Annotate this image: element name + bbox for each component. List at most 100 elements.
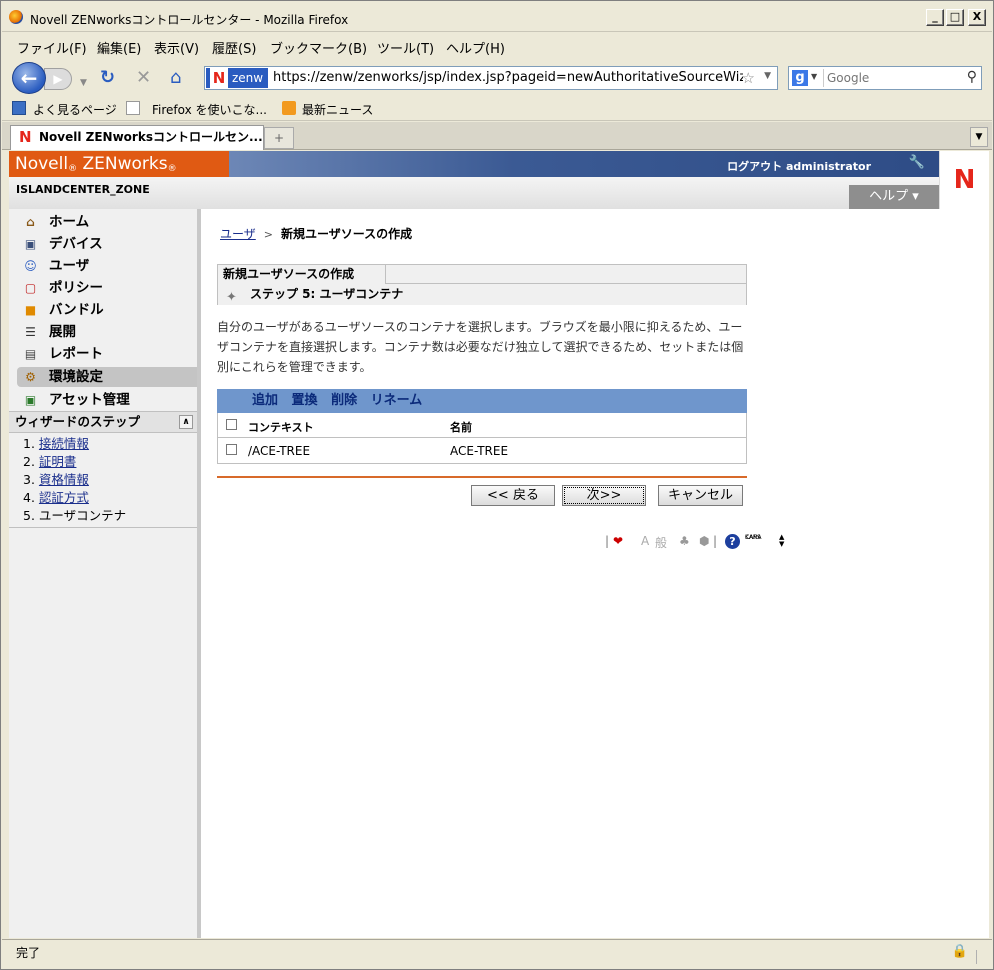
ime-kanji[interactable]: 般 [655,534,667,551]
wizard-step-2[interactable]: 2. 証明書 [23,453,76,471]
ime-shield-icon[interactable]: ♣ [679,534,690,548]
bookmark-latest-news[interactable]: 最新ニュース [302,101,373,118]
maximize-button[interactable]: □ [946,9,964,26]
sidebar-item-reports[interactable]: ▤ レポート [17,344,197,364]
stop-icon[interactable]: ✕ [136,68,151,88]
zone-name: ISLANDCENTER_ZONE [16,183,150,196]
zenworks-header: Novell® ZENworks® ログアウト administrator 🔧 … [9,151,989,209]
menu-tools[interactable]: ツール(T) [377,38,434,57]
row-checkbox[interactable] [226,444,237,455]
sidebar-item-asset-management[interactable]: ▣ アセット管理 [17,390,197,410]
url-bar[interactable]: Nzenw https://zenw/zenworks/jsp/index.js… [204,66,778,90]
ime-hex-icon[interactable]: ⬢ [699,534,709,548]
tab-zenworks[interactable]: N Novell ZENworksコントロールセン... [10,125,264,150]
forward-button[interactable]: ▶ [44,68,72,90]
sidebar-item-policies[interactable]: ▢ ポリシー [17,278,197,298]
panel-title-row: 新規ユーザソースの作成 [218,265,746,284]
help-button[interactable]: ヘルプ ▾ [849,185,939,209]
column-header-context[interactable]: コンテキスト [248,419,314,435]
back-button[interactable]: ← [12,62,46,94]
novell-logo: N [939,151,989,209]
history-dropdown-icon[interactable]: ▼ [80,73,87,93]
lock-icon[interactable]: 🔒 [952,944,968,959]
cancel-button[interactable]: キャンセル [658,485,743,506]
sidebar-item-bundles[interactable]: ■ バンドル [17,300,197,320]
menu-edit[interactable]: 編集(E) [97,38,141,57]
add-action[interactable]: 追加 [252,393,278,408]
step-link[interactable]: 証明書 [39,454,77,469]
url-dropdown-icon[interactable]: ▼ [764,71,771,81]
step-description: 自分のユーザがあるユーザソースのコンテナを選択します。ブラウズを最小限に抑えるた… [217,320,744,374]
zone-bar: ISLANDCENTER_ZONE ヘルプ ▾ [9,177,939,209]
breadcrumb-separator: > [263,228,273,241]
reload-icon[interactable]: ↻ [100,68,115,88]
wizard-step-1[interactable]: 1. 接続情報 [23,435,89,453]
menu-help[interactable]: ヘルプ(H) [446,38,505,57]
breadcrumb-users-link[interactable]: ユーザ [220,227,256,241]
novell-favicon: N [19,128,32,146]
step-link[interactable]: 資格情報 [39,472,89,487]
bookmark-star-icon[interactable]: ☆ [742,69,755,87]
wizard-step-4[interactable]: 4. 認証方式 [23,489,89,507]
sidebar: ⌂ ホーム ▣ デバイス ☺ ユーザ ▢ ポリシー ■ バンドル ☰ 展開 ▤ … [9,209,201,938]
home-icon[interactable]: ⌂ [170,68,181,88]
main-content: ユーザ > 新規ユーザソースの作成 新規ユーザソースの作成 ✦ ステップ 5: ユー… [205,209,989,938]
menu-file[interactable]: ファイル(F) [17,38,87,57]
collapse-icon[interactable]: ∧ [179,415,193,429]
wizard-step-3[interactable]: 3. 資格情報 [23,471,89,489]
minimize-button[interactable]: _ [926,9,944,26]
sidebar-item-configuration[interactable]: ⚙ 環境設定 [17,367,197,387]
sidebar-item-users[interactable]: ☺ ユーザ [17,256,197,276]
logout-link[interactable]: ログアウト administrator [727,158,871,174]
user-icon: ☺ [24,259,37,273]
ime-toolbar: | ❤ A 般 ♣ ⬢ | ? CAPS KANA ▲ ▼ [605,531,795,555]
key-icon[interactable]: 🔧 [909,155,925,170]
step-link[interactable]: 認証方式 [39,490,89,505]
step-link[interactable]: 接続情報 [39,436,89,451]
orange-divider [217,476,747,478]
ime-mode-a[interactable]: A [641,534,649,548]
search-icon[interactable]: ⚲ [967,69,977,85]
site-identity[interactable]: Nzenw [206,68,268,88]
delete-action[interactable]: 削除 [331,393,357,408]
brand-product: ZENworks [82,154,168,174]
monitor-icon: ▣ [24,237,37,251]
search-input[interactable] [823,69,959,87]
menu-view[interactable]: 表示(V) [154,38,199,57]
tab-list-dropdown-icon[interactable]: ▼ [970,127,988,147]
wizard-steps-header: ウィザードのステップ ∧ [9,411,197,433]
replace-action[interactable]: 置換 [292,393,318,408]
back-wizard-button[interactable]: << 戻る [471,485,555,506]
asset-icon: ▣ [24,393,37,407]
sidebar-item-devices[interactable]: ▣ デバイス [17,234,197,254]
new-tab-button[interactable]: + [264,127,294,149]
bookmark-most-visited[interactable]: よく見るページ [33,101,117,118]
table-header: コンテキスト 名前 [217,413,747,438]
step-number: 2. [23,454,35,469]
sidebar-item-deployment[interactable]: ☰ 展開 [17,322,197,342]
select-all-checkbox[interactable] [226,419,237,430]
tab-label: Novell ZENworksコントロールセン... [39,130,263,144]
next-button[interactable]: 次>> [562,485,646,506]
sidebar-item-home[interactable]: ⌂ ホーム [17,212,197,232]
sidebar-item-label: ポリシー [49,280,103,296]
close-button[interactable]: X [968,9,986,26]
table-row[interactable]: /ACE-TREE ACE-TREE [217,438,747,464]
sidebar-item-label: アセット管理 [49,392,130,408]
rename-action[interactable]: リネーム [371,393,423,408]
menu-bookmarks[interactable]: ブックマーク(B) [270,38,367,57]
google-icon[interactable]: g [792,70,808,86]
ime-separator: | [713,534,718,548]
menu-history[interactable]: 履歴(S) [212,38,256,57]
sidebar-item-label: ホーム [49,214,90,230]
ime-brush-icon[interactable]: ❤ [613,534,623,548]
search-engine-dropdown-icon[interactable]: ▼ [811,72,817,81]
container-table: 追加 置換 削除 リネーム コンテキスト 名前 /ACE-TREE ACE-TR… [217,389,747,464]
column-header-name[interactable]: 名前 [450,419,472,435]
url-text[interactable]: https://zenw/zenworks/jsp/index.jsp?page… [273,70,743,85]
ime-help-icon[interactable]: ? [725,534,740,549]
bookmark-getting-started[interactable]: Firefox を使いこな... [152,101,267,118]
resize-grip[interactable] [976,950,990,964]
ime-menu-arrow-icon[interactable]: ▲ ▼ [779,534,784,548]
novell-favicon: N [210,68,228,88]
